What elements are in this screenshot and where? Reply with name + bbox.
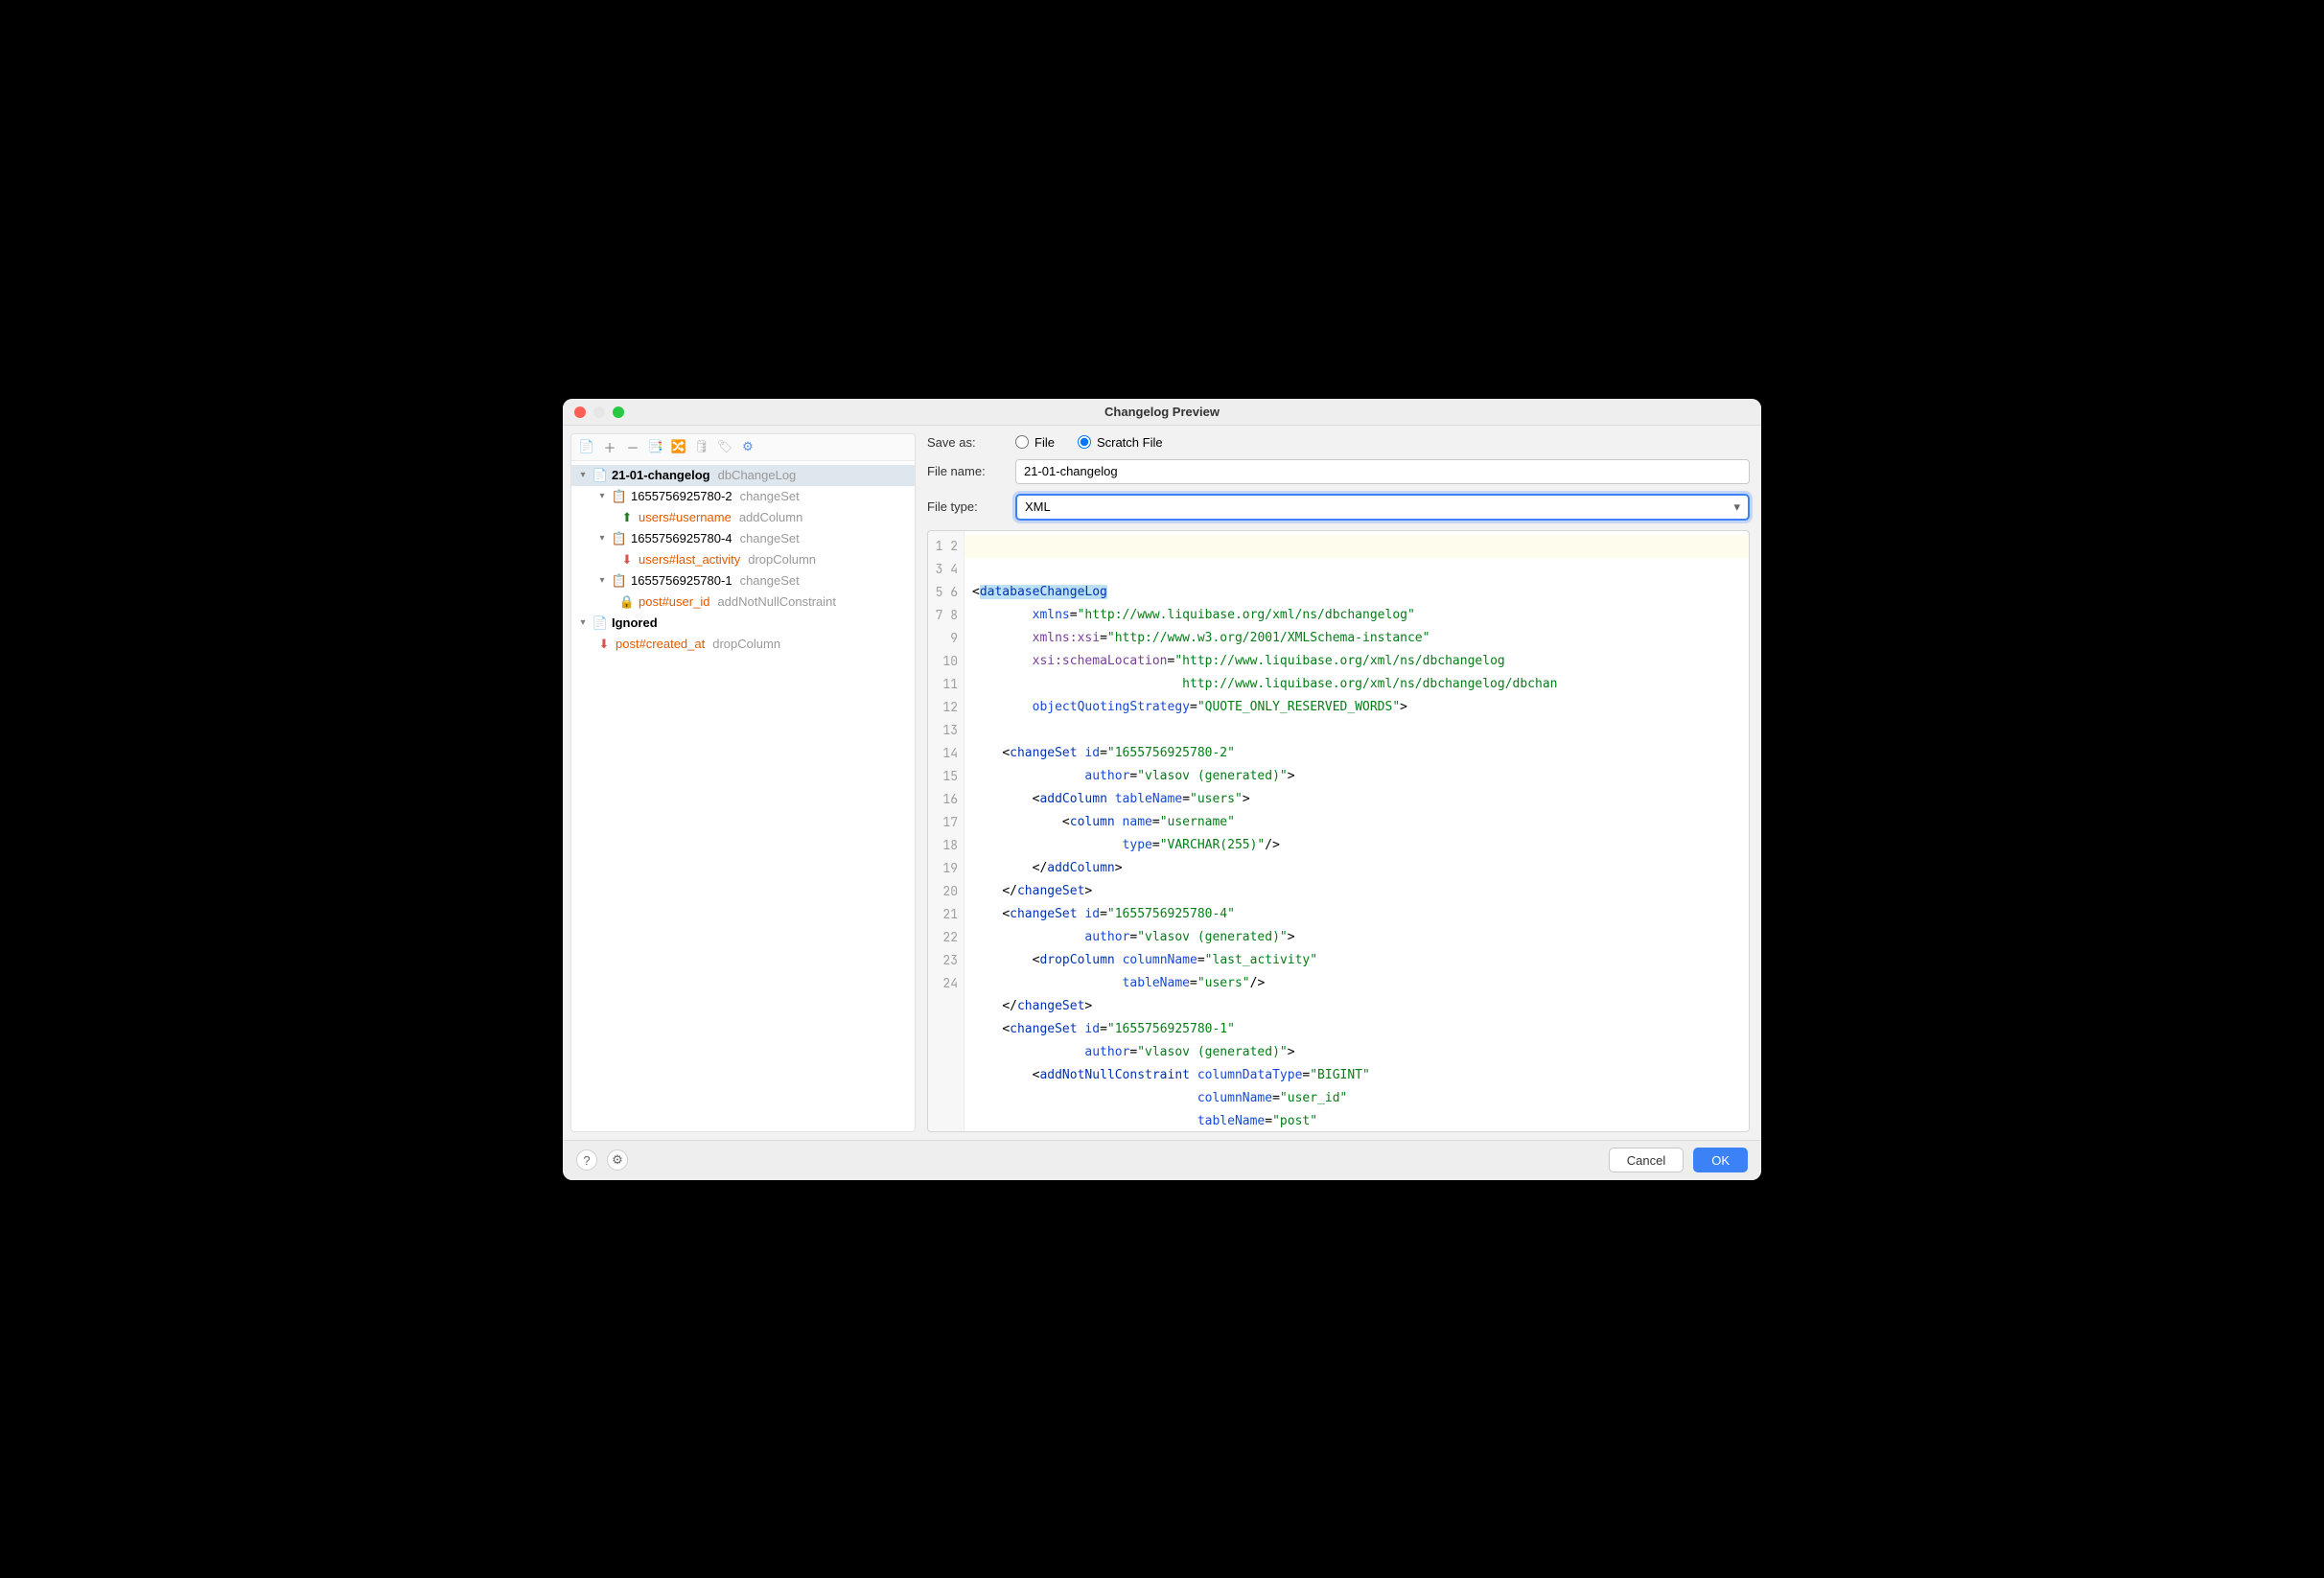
tree-item-type: changeSet bbox=[740, 573, 800, 588]
tree-item-type: changeSet bbox=[740, 489, 800, 503]
tree-ignored-child[interactable]: ⬇ post#created_at dropColumn bbox=[571, 634, 915, 655]
editor-content[interactable]: <databaseChangeLog xmlns="http://www.liq… bbox=[964, 531, 1749, 1131]
chevron-down-icon[interactable]: ▾ bbox=[577, 617, 589, 629]
db-icon[interactable]: 🛢 bbox=[694, 439, 709, 454]
tree-item-label: 1655756925780-2 bbox=[631, 489, 732, 503]
chevron-down-icon[interactable]: ▾ bbox=[577, 470, 589, 481]
tree-changeset-2[interactable]: ▾ 📋 1655756925780-4 changeSet bbox=[571, 528, 915, 549]
chevron-down-icon[interactable]: ▾ bbox=[596, 575, 608, 587]
remove-icon[interactable]: － bbox=[625, 439, 640, 454]
window-title: Changelog Preview bbox=[1104, 405, 1220, 419]
radio-file-label: File bbox=[1034, 435, 1055, 450]
tree-toolbar: 📄 ＋ － 📑 🔀 🛢 🏷 ⚙ bbox=[571, 434, 915, 461]
add-icon[interactable]: ＋ bbox=[602, 439, 617, 454]
tree-root[interactable]: ▾ 📄 21-01-changelog dbChangeLog bbox=[571, 465, 915, 486]
chevron-down-icon: ▾ bbox=[1733, 499, 1740, 515]
radio-scratch-input[interactable] bbox=[1078, 435, 1091, 449]
chevron-down-icon[interactable]: ▾ bbox=[596, 533, 608, 545]
tree-changeset-2-child[interactable]: ⬇ users#last_activity dropColumn bbox=[571, 549, 915, 570]
tree-changeset-3-child[interactable]: 🔒 post#user_id addNotNullConstraint bbox=[571, 592, 915, 613]
tree-panel: 📄 ＋ － 📑 🔀 🛢 🏷 ⚙ ▾ 📄 21-01-changelog dbCh… bbox=[570, 433, 916, 1132]
radio-scratch-label: Scratch File bbox=[1097, 435, 1163, 450]
editor-gutter: 1 2 3 4 5 6 7 8 9 10 11 12 13 14 15 16 1… bbox=[928, 531, 964, 1131]
footer-settings-button[interactable]: ⚙ bbox=[607, 1149, 628, 1171]
tree-item-type: changeSet bbox=[740, 531, 800, 545]
maximize-icon[interactable] bbox=[613, 406, 624, 418]
drop-column-icon: ⬇ bbox=[619, 552, 635, 568]
tree-root-type: dbChangeLog bbox=[718, 468, 797, 482]
tree-item-label: 1655756925780-1 bbox=[631, 573, 732, 588]
changeset-icon: 📋 bbox=[612, 489, 627, 504]
file-name-input[interactable] bbox=[1015, 459, 1750, 484]
ok-button[interactable]: OK bbox=[1693, 1148, 1748, 1172]
ignored-icon: 📄 bbox=[593, 615, 608, 631]
tree-item-label: users#username bbox=[639, 510, 732, 524]
settings-icon[interactable]: ⚙ bbox=[740, 439, 755, 454]
file-type-select[interactable]: XML ▾ bbox=[1015, 494, 1750, 521]
cancel-button[interactable]: Cancel bbox=[1609, 1148, 1684, 1172]
changeset-icon: 📋 bbox=[612, 531, 627, 546]
radio-scratch[interactable]: Scratch File bbox=[1078, 435, 1163, 450]
tree-ignored[interactable]: ▾ 📄 Ignored bbox=[571, 613, 915, 634]
save-as-label: Save as: bbox=[927, 435, 1004, 450]
changelog-tree[interactable]: ▾ 📄 21-01-changelog dbChangeLog ▾ 📋 1655… bbox=[571, 461, 915, 1131]
tree-item-label: post#created_at bbox=[616, 637, 705, 651]
code-text: <databaseChangeLog xmlns="http://www.liq… bbox=[972, 581, 1749, 1131]
radio-file[interactable]: File bbox=[1015, 435, 1055, 450]
save-as-row: Save as: File Scratch File bbox=[927, 435, 1750, 450]
tree-item-type: addColumn bbox=[739, 510, 803, 524]
constraint-icon: 🔒 bbox=[619, 594, 635, 610]
radio-file-input[interactable] bbox=[1015, 435, 1029, 449]
tree-root-label: 21-01-changelog bbox=[612, 468, 710, 482]
dialog-footer: ? ⚙ Cancel OK bbox=[563, 1140, 1761, 1180]
file-type-label: File type: bbox=[927, 499, 1004, 514]
changelog-preview-dialog: Changelog Preview 📄 ＋ － 📑 🔀 🛢 🏷 ⚙ ▾ 📄 21… bbox=[563, 399, 1761, 1180]
tree-item-label: Ignored bbox=[612, 615, 658, 630]
titlebar: Changelog Preview bbox=[563, 399, 1761, 426]
file-name-label: File name: bbox=[927, 464, 1004, 478]
minimize-icon bbox=[593, 406, 605, 418]
right-panel: Save as: File Scratch File File name: Fi… bbox=[916, 426, 1761, 1140]
tree-item-label: post#user_id bbox=[639, 594, 709, 609]
tag-icon[interactable]: 🏷 bbox=[717, 439, 732, 454]
window-controls bbox=[574, 406, 624, 418]
new-changelog-icon[interactable]: 📄 bbox=[579, 439, 594, 454]
changeset-icon: 📋 bbox=[612, 573, 627, 589]
tree-item-label: 1655756925780-4 bbox=[631, 531, 732, 545]
file-name-row: File name: bbox=[927, 459, 1750, 484]
tree-item-type: dropColumn bbox=[748, 552, 816, 567]
tree-item-label: users#last_activity bbox=[639, 552, 740, 567]
current-line-highlight bbox=[964, 535, 1749, 558]
help-button[interactable]: ? bbox=[576, 1149, 597, 1171]
file-type-row: File type: XML ▾ bbox=[927, 494, 1750, 521]
diff-icon[interactable]: 🔀 bbox=[671, 439, 686, 454]
code-editor[interactable]: 1 2 3 4 5 6 7 8 9 10 11 12 13 14 15 16 1… bbox=[927, 530, 1750, 1132]
drop-column-icon: ⬇ bbox=[596, 637, 612, 652]
chevron-down-icon[interactable]: ▾ bbox=[596, 491, 608, 502]
add-column-icon: ⬆ bbox=[619, 510, 635, 525]
tree-item-type: addNotNullConstraint bbox=[717, 594, 836, 609]
changelog-icon: 📄 bbox=[593, 468, 608, 483]
tree-changeset-1-child[interactable]: ⬆ users#username addColumn bbox=[571, 507, 915, 528]
close-icon[interactable] bbox=[574, 406, 586, 418]
tree-item-type: dropColumn bbox=[712, 637, 780, 651]
file-type-value: XML bbox=[1025, 499, 1051, 514]
tree-changeset-3[interactable]: ▾ 📋 1655756925780-1 changeSet bbox=[571, 570, 915, 592]
file-icon[interactable]: 📑 bbox=[648, 439, 663, 454]
tree-changeset-1[interactable]: ▾ 📋 1655756925780-2 changeSet bbox=[571, 486, 915, 507]
